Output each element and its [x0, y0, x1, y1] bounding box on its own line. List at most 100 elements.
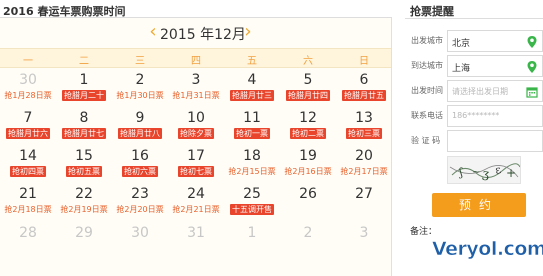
calendar-day[interactable]: 1 抢腊月二十 [56, 70, 112, 108]
date-placeholder: 请选择出发日期 [452, 87, 508, 96]
to-city-label: 到达城市 [411, 61, 443, 70]
from-city-label: 出发城市 [411, 36, 443, 45]
calendar-day[interactable]: 3 抢1月31日票 [168, 70, 224, 108]
calendar-day[interactable]: 1 [224, 223, 280, 261]
calendar-day[interactable]: 4 抢腊月廿三 [224, 70, 280, 108]
ticket-tag: 抢除夕票 [178, 128, 214, 139]
from-city-value: 北京 [452, 39, 471, 49]
map-pin-icon[interactable] [526, 60, 538, 74]
weekday-thu: 四 [191, 56, 201, 67]
chevron-right-icon[interactable]: › [240, 22, 256, 42]
ticket-tag: 抢初六票 [122, 166, 158, 177]
captcha-image[interactable]: ʃ ~ ʒ ε + [447, 156, 521, 184]
ticket-tag: 抢初二票 [290, 128, 326, 139]
calendar-day[interactable]: 30 [112, 223, 168, 261]
from-city-input[interactable]: 北京 [447, 30, 543, 52]
month-nav: ‹ 2015 年12月 › [0, 18, 391, 48]
day-number: 2 [303, 225, 313, 241]
calendar-day[interactable]: 2 抢1月30日票 [112, 70, 168, 108]
calendar-day[interactable]: 6 抢腊月廿五 [336, 70, 391, 108]
svg-text:ʃ: ʃ [457, 166, 465, 180]
day-number: 7 [23, 110, 33, 126]
weekday-mon: 一 [23, 56, 33, 67]
calendar-day[interactable]: 17 抢初七票 [168, 146, 224, 184]
day-number: 20 [355, 148, 373, 164]
to-city-row: 到达城市 上海 [405, 55, 543, 77]
ticket-tag: 抢腊月廿八 [118, 128, 162, 139]
calendar-day[interactable]: 3 [336, 223, 391, 261]
ticket-tag: 抢腊月廿五 [342, 90, 386, 101]
day-number: 12 [299, 110, 317, 126]
calendar-day[interactable]: 5 抢腊月廿四 [280, 70, 336, 108]
svg-text:Veryol.com: Veryol.com [432, 238, 543, 260]
ticket-tag: 抢初四票 [10, 166, 46, 177]
to-city-input[interactable]: 上海 [447, 55, 543, 77]
svg-text:+: + [506, 166, 516, 180]
day-number: 28 [19, 225, 37, 241]
day-number: 26 [299, 186, 317, 202]
day-number: 3 [191, 72, 201, 88]
map-pin-icon[interactable] [526, 35, 538, 49]
ticket-tag: 抢2月18日票 [4, 205, 52, 214]
calendar-day[interactable]: 24 抢2月21日票 [168, 184, 224, 222]
day-number: 21 [19, 186, 37, 202]
ticket-tag: 抢2月20日票 [116, 205, 164, 214]
ticket-tag: 抢初五票 [66, 166, 102, 177]
ticket-tag: 十五调开售 [230, 204, 274, 215]
day-number: 25 [243, 186, 261, 202]
captcha-input[interactable] [447, 130, 543, 152]
calendar-day[interactable]: 20 抢2月17日票 [336, 146, 391, 184]
calendar-day[interactable]: 28 [0, 223, 56, 261]
calendar-icon[interactable] [526, 85, 538, 99]
calendar-day[interactable]: 26 [280, 184, 336, 222]
calendar-day[interactable]: 14 抢初四票 [0, 146, 56, 184]
calendar-day[interactable]: 19 抢2月16日票 [280, 146, 336, 184]
calendar-day[interactable]: 9 抢腊月廿八 [112, 108, 168, 146]
day-number: 4 [247, 72, 257, 88]
phone-input[interactable]: 186******** [447, 105, 543, 127]
weekday-sun: 日 [359, 56, 369, 67]
ticket-tag: 抢1月30日票 [116, 91, 164, 100]
day-number: 23 [131, 186, 149, 202]
ticket-tag: 抢初七票 [178, 166, 214, 177]
calendar-day[interactable]: 10 抢除夕票 [168, 108, 224, 146]
calendar-day[interactable]: 30 抢1月28日票 [0, 70, 56, 108]
day-number: 30 [19, 72, 37, 88]
phone-label: 联系电话 [411, 111, 443, 120]
calendar-day[interactable]: 29 [56, 223, 112, 261]
divider [405, 18, 543, 19]
calendar-day[interactable]: 22 抢2月19日票 [56, 184, 112, 222]
calendar-day[interactable]: 11 抢初一票 [224, 108, 280, 146]
ticket-tag: 抢腊月廿六 [6, 128, 50, 139]
calendar-day[interactable]: 21 抢2月18日票 [0, 184, 56, 222]
calendar-day[interactable]: 15 抢初五票 [56, 146, 112, 184]
day-number: 6 [359, 72, 369, 88]
calendar-day[interactable]: 13 抢初三票 [336, 108, 391, 146]
date-label: 出发时间 [411, 86, 443, 95]
svg-text:~: ~ [472, 167, 480, 178]
calendar-day[interactable]: 23 抢2月20日票 [112, 184, 168, 222]
date-input[interactable]: 请选择出发日期 [447, 80, 543, 102]
day-number: 29 [75, 225, 93, 241]
ticket-tag: 抢2月19日票 [60, 205, 108, 214]
weekday-fri: 五 [247, 56, 257, 67]
calendar-day[interactable]: 16 抢初六票 [112, 146, 168, 184]
chevron-left-icon[interactable]: ‹ [145, 22, 161, 42]
calendar-day[interactable]: 7 抢腊月廿六 [0, 108, 56, 146]
calendar-day[interactable]: 8 抢腊月廿七 [56, 108, 112, 146]
calendar-day[interactable]: 27 [336, 184, 391, 222]
calendar-day[interactable]: 25 十五调开售 [224, 184, 280, 222]
reserve-button[interactable]: 预约 [432, 193, 526, 217]
calendar-day[interactable]: 12 抢初二票 [280, 108, 336, 146]
date-row: 出发时间 请选择出发日期 [405, 80, 543, 102]
day-number: 22 [75, 186, 93, 202]
from-city-row: 出发城市 北京 [405, 30, 543, 52]
day-number: 10 [187, 110, 205, 126]
phone-value: 186******** [452, 111, 500, 120]
calendar-day[interactable]: 2 [280, 223, 336, 261]
captcha-row: 验 证 码 [405, 130, 543, 152]
calendar-day[interactable]: 18 抢2月15日票 [224, 146, 280, 184]
day-number: 31 [187, 225, 205, 241]
calendar-day[interactable]: 31 [168, 223, 224, 261]
day-number: 14 [19, 148, 37, 164]
